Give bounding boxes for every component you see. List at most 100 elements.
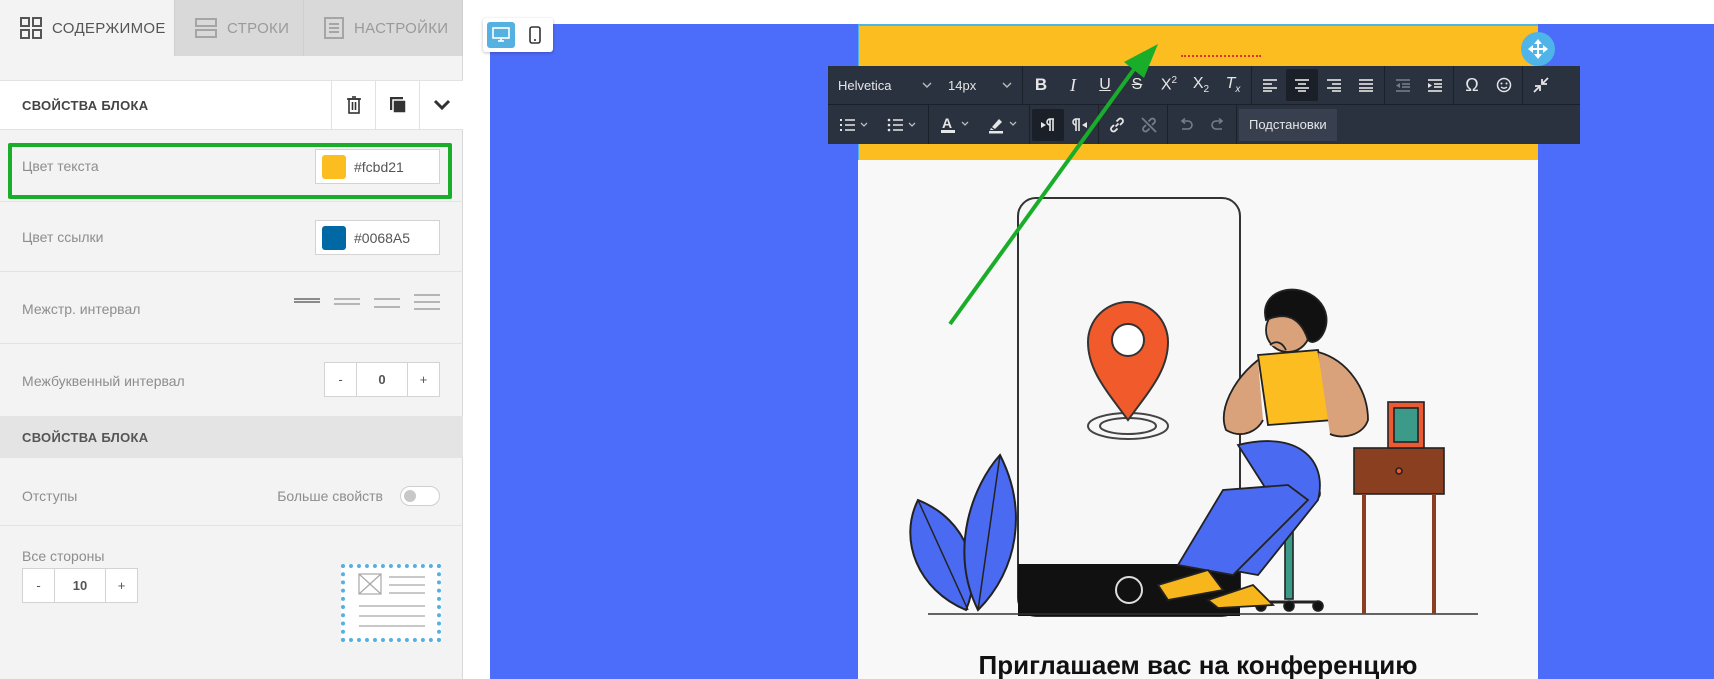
chevron-down-icon [922, 82, 932, 88]
align-right-icon [1327, 79, 1341, 92]
bullet-list-icon [887, 118, 916, 131]
padding-preview [341, 564, 441, 642]
svg-text:A: A [942, 116, 952, 131]
special-char-button[interactable]: Ω [1456, 69, 1488, 101]
text-color-button[interactable]: A [931, 109, 979, 141]
block-properties-title: СВОЙСТВА БЛОКА [22, 97, 149, 113]
email-heading: Приглашаем вас на конференцию [978, 650, 1418, 679]
ltr-button[interactable] [1032, 108, 1064, 141]
letter-spacing-plus-button[interactable]: + [408, 363, 439, 396]
letter-spacing-label: Межбуквенный интервал [22, 373, 185, 389]
toolbar-row-2: A Подстановки [828, 105, 1339, 144]
panel-tabs: СОДЕРЖИМОЕ СТРОКИ НАСТРОЙКИ [0, 0, 463, 56]
font-size-value: 14px [948, 77, 977, 93]
ordered-list-icon [840, 118, 868, 131]
collapse-toolbar-button[interactable] [1525, 69, 1557, 101]
align-center-button[interactable] [1286, 69, 1318, 101]
line-height-normal-icon[interactable] [334, 298, 360, 310]
subscript-button[interactable]: X2 [1185, 69, 1217, 101]
text-color-swatch [322, 154, 346, 179]
highlighter-icon [989, 118, 1017, 133]
underline-button[interactable]: U [1089, 69, 1121, 101]
text-format-toolbar: Helvetica 14px B I U S X2 X2 Tx Ω A Подс… [828, 65, 1580, 144]
bullet-list-button[interactable] [878, 109, 926, 141]
all-sides-value[interactable]: 10 [54, 569, 106, 602]
substitutions-button[interactable]: Подстановки [1239, 108, 1337, 141]
more-props-label: Больше свойств [277, 488, 383, 504]
highlight-color-button[interactable] [979, 109, 1027, 141]
settings-doc-icon [324, 17, 344, 39]
collapse-button[interactable] [419, 80, 463, 130]
insert-group: Ω [1454, 65, 1523, 105]
mobile-view-button[interactable] [521, 22, 549, 48]
undo-button[interactable] [1170, 109, 1202, 141]
letter-spacing-stepper: - 0 + [324, 362, 440, 397]
bold-icon: B [1034, 75, 1048, 94]
line-height-loose-icon[interactable] [414, 294, 440, 310]
all-sides-minus-button[interactable]: - [23, 569, 54, 602]
app-root: СОДЕРЖИМОЕ СТРОКИ НАСТРОЙКИ СВОЙСТВА БЛО… [0, 0, 1714, 679]
tab-content[interactable]: СОДЕРЖИМОЕ [0, 0, 175, 56]
merge-tags-group: Подстановки [1237, 105, 1339, 144]
align-left-button[interactable] [1254, 69, 1286, 101]
strikethrough-button[interactable]: S [1121, 69, 1153, 101]
font-group: Helvetica 14px [828, 65, 1023, 105]
move-handle[interactable] [1521, 32, 1555, 66]
clear-format-button[interactable]: Tx [1217, 69, 1249, 101]
redo-button[interactable] [1202, 109, 1234, 141]
text-color-field[interactable]: #fcbd21 [315, 149, 440, 184]
line-height-compact-icon[interactable] [294, 298, 320, 310]
bold-button[interactable]: B [1025, 69, 1057, 101]
line-height-options [294, 294, 440, 310]
all-sides-stepper: - 10 + [22, 568, 138, 603]
unlink-button[interactable] [1133, 109, 1165, 141]
line-height-relaxed-icon[interactable] [374, 298, 400, 310]
duplicate-icon [389, 97, 407, 114]
desktop-view-button[interactable] [487, 22, 515, 48]
omega-icon: Ω [1465, 74, 1479, 95]
underline-icon: U [1099, 76, 1111, 93]
padding-row: Отступы Больше свойств [0, 458, 463, 526]
tab-rows[interactable]: СТРОКИ [175, 0, 304, 56]
all-sides-plus-button[interactable]: + [106, 569, 137, 602]
align-right-button[interactable] [1318, 69, 1350, 101]
delete-block-button[interactable] [331, 80, 375, 130]
font-size-select[interactable]: 14px [940, 69, 1020, 101]
side-table [1353, 401, 1445, 614]
phone-home-button [1115, 576, 1143, 604]
emoji-button[interactable] [1488, 69, 1520, 101]
ordered-list-button[interactable] [830, 109, 878, 141]
duplicate-block-button[interactable] [375, 80, 419, 130]
direction-group [1030, 105, 1099, 144]
letter-spacing-minus-button[interactable]: - [325, 363, 356, 396]
padding-preview-icon [358, 573, 425, 627]
tab-settings-label: НАСТРОЙКИ [354, 19, 449, 37]
align-justify-button[interactable] [1350, 69, 1382, 101]
indent-button[interactable] [1419, 69, 1451, 101]
outdent-button[interactable] [1387, 69, 1419, 101]
align-center-icon [1295, 79, 1309, 92]
link-color-field[interactable]: #0068A5 [315, 220, 440, 255]
text-color-value: #fcbd21 [354, 158, 404, 175]
rtl-button[interactable] [1064, 109, 1096, 141]
insert-link-button[interactable] [1101, 109, 1133, 141]
letter-spacing-value[interactable]: 0 [356, 363, 408, 396]
superscript-button[interactable]: X2 [1153, 69, 1185, 101]
font-family-select[interactable]: Helvetica [830, 69, 940, 101]
trash-icon [346, 96, 361, 114]
more-props-toggle[interactable] [400, 486, 440, 506]
link-color-row: Цвет ссылки #0068A5 [0, 202, 463, 272]
font-family-value: Helvetica [838, 77, 892, 93]
history-group [1168, 105, 1237, 144]
mobile-icon [529, 26, 541, 44]
letter-spacing-row: Межбуквенный интервал - 0 + [0, 344, 463, 416]
move-icon [1528, 39, 1548, 59]
rows-icon [195, 18, 217, 38]
italic-button[interactable]: I [1057, 69, 1089, 101]
link-icon [1110, 117, 1124, 132]
redo-icon [1211, 117, 1224, 130]
paragraph-rtl-icon [1072, 117, 1087, 131]
tab-rows-label: СТРОКИ [227, 19, 290, 37]
block-section-title: СВОЙСТВА БЛОКА [0, 416, 463, 458]
tab-settings[interactable]: НАСТРОЙКИ [304, 0, 463, 56]
